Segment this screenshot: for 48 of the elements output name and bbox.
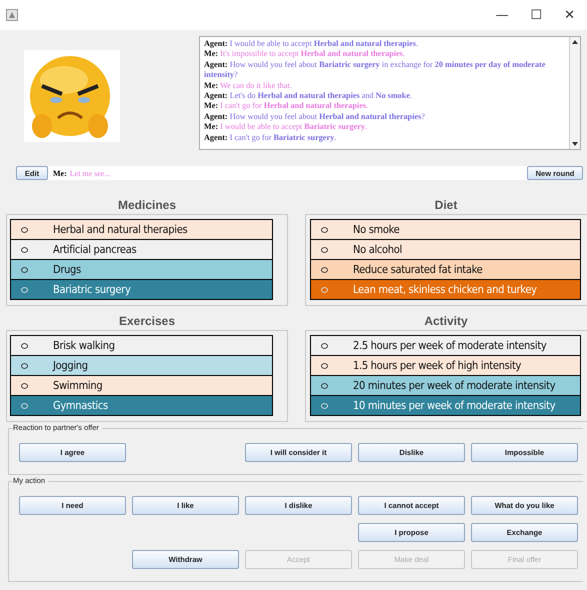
chat-message: Agent: Let's do Herbal and natural therapies and No smoke. <box>204 91 413 102</box>
radio-icon <box>321 246 328 252</box>
radio-icon <box>21 246 28 252</box>
chat-message: Me: I can't go for Herbal and natural therapies. <box>204 101 370 112</box>
option-row[interactable]: Herbal and natural therapies <box>11 220 272 240</box>
chat-message: Me: I would be able to accept Bariatric surgery. <box>204 122 368 133</box>
radio-icon <box>21 286 28 292</box>
panel-title: Medicines <box>118 198 176 212</box>
option-row[interactable]: Gymnastics <box>11 396 272 415</box>
option-row[interactable]: 1.5 hours per week of high intensity <box>311 356 580 376</box>
close-button[interactable]: ✕ <box>564 8 575 22</box>
option-row[interactable]: 20 minutes per week of moderate intensity <box>311 376 580 396</box>
option-row[interactable]: Reduce saturated fat intake <box>311 260 580 280</box>
option-row[interactable]: Jogging <box>11 356 272 376</box>
maximize-button[interactable]: ☐ <box>530 8 542 22</box>
radio-icon <box>21 362 28 368</box>
radio-icon <box>21 342 28 348</box>
option-row[interactable]: 10 minutes per week of moderate intensity <box>311 396 580 415</box>
chat-message: Agent: I would be able to accept Herbal and natural therapies. <box>204 39 419 50</box>
radio-icon <box>321 342 328 348</box>
chat-message: Agent: How would you feel about Herbal and natural therapies? <box>204 112 426 122</box>
radio-icon <box>21 266 28 272</box>
chat-message: Agent: How would you feel about Bariatric surgery in exchange for 20 minutes per day of moderate intensity? <box>204 60 546 81</box>
radio-icon <box>321 226 328 232</box>
radio-icon <box>21 226 28 232</box>
radio-icon <box>321 402 328 408</box>
speaker-label: Me: <box>53 168 67 178</box>
radio-icon <box>321 382 328 388</box>
radio-icon <box>321 266 328 272</box>
radio-icon <box>21 382 28 388</box>
option-row[interactable]: No smoke <box>311 220 580 240</box>
app-icon <box>6 9 18 21</box>
radio-icon <box>321 362 328 368</box>
scrollbar[interactable] <box>569 37 580 149</box>
option-row[interactable]: Bariatric surgery <box>11 280 272 299</box>
minimize-button[interactable]: — <box>495 8 508 22</box>
message-field[interactable]: Let me see... <box>66 168 270 178</box>
option-row[interactable]: Swimming <box>11 376 272 396</box>
radio-icon <box>21 402 28 408</box>
option-row[interactable]: Drugs <box>11 260 272 280</box>
panel-title: Exercises <box>118 314 176 328</box>
radio-icon <box>321 286 328 292</box>
option-row[interactable]: No alcohol <box>311 240 580 260</box>
panel-title: Diet <box>434 198 458 212</box>
chat-message: Me: It's impossible to accept Herbal and natural therapies. <box>204 49 406 60</box>
chat-message: Agent: I can't go for Bariatric surgery. <box>204 132 338 144</box>
panel-title: Activity <box>424 314 468 328</box>
chat-message: Me: We can do it like that. <box>204 80 293 92</box>
